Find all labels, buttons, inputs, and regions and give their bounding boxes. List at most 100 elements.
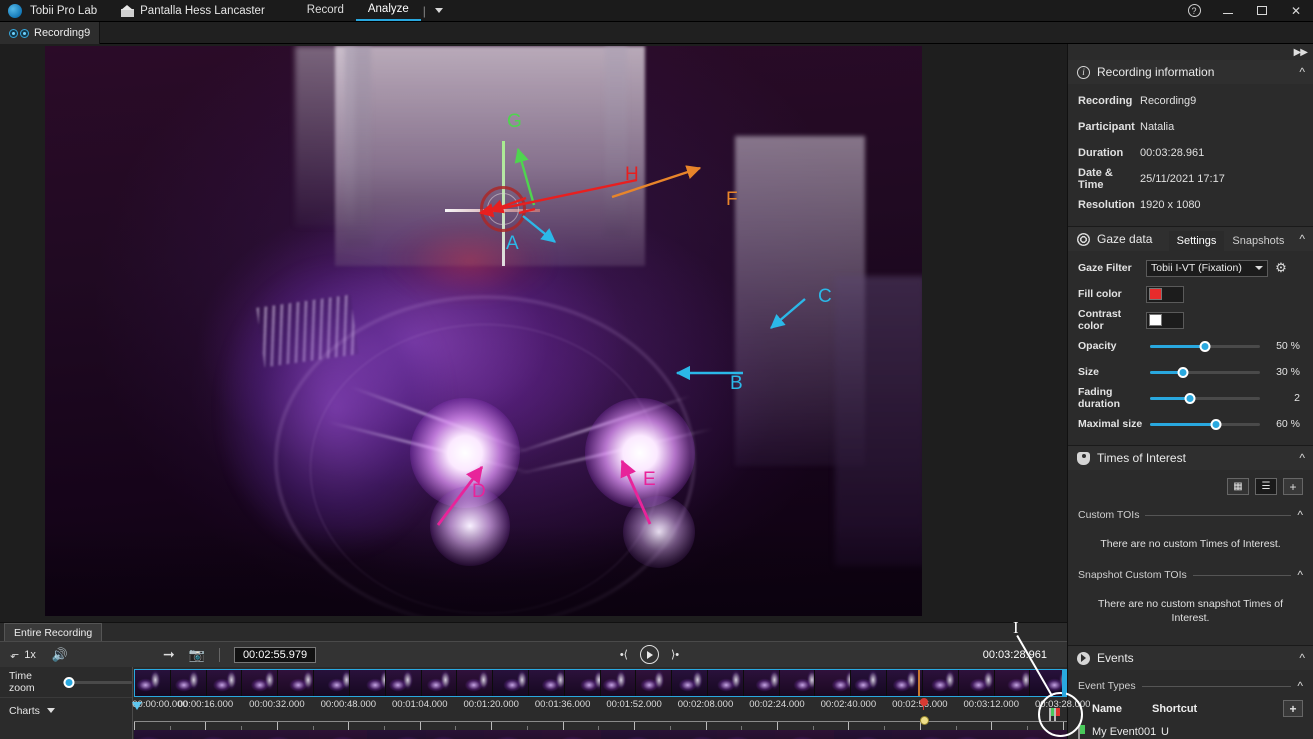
event-types-group-header[interactable]: Event Types ^ [1078,680,1303,692]
panel-events-header[interactable]: Events ^ [1068,646,1313,670]
filmstrip-thumbnail[interactable] [349,670,386,696]
chevron-up-icon[interactable]: ^ [1299,652,1305,664]
contrast-color-picker[interactable] [1146,311,1184,329]
timeline-track-cell[interactable] [717,730,776,739]
filmstrip-thumbnail[interactable] [421,670,458,696]
filmstrip-thumbnail[interactable] [851,670,888,696]
chevron-up-icon[interactable]: ^ [1297,509,1303,521]
tab-recording9[interactable]: Recording9 [0,22,100,44]
event-marker-red[interactable] [919,698,928,710]
filmstrip-thumbnail[interactable] [493,670,529,696]
timeline-track-cell[interactable] [950,730,1009,739]
custom-tois-group-header[interactable]: Custom TOIs ^ [1078,509,1303,521]
gaze-filter-select[interactable]: Tobii I-VT (Fixation) [1146,259,1268,277]
filmstrip-thumbnail[interactable] [922,670,959,696]
ruler-label: 00:03:12.000 [963,699,1020,710]
chevron-up-icon[interactable]: ^ [1299,233,1305,245]
add-toi-button[interactable]: + [1283,478,1303,495]
volume-icon[interactable]: 🔊 [52,647,68,663]
add-event-type-button[interactable]: + [1283,700,1303,717]
filmstrip-thumbnail[interactable] [672,670,708,696]
timeline-track-cell[interactable] [600,730,659,739]
timeline-playhead[interactable] [132,702,143,727]
timeline-track-cell[interactable] [367,730,426,739]
filmstrip-thumbnail[interactable] [994,670,1031,696]
help-button[interactable]: ? [1177,0,1211,22]
chevron-up-icon[interactable]: ^ [1297,569,1303,581]
filmstrip-thumbnail[interactable] [779,670,816,696]
menu-item-record[interactable]: Record [295,1,356,20]
timeline-track-cell[interactable] [658,730,718,739]
filmstrip-thumbnail[interactable] [743,670,780,696]
timeline-track-cell[interactable] [192,730,251,739]
minimize-button[interactable] [1211,0,1245,22]
size-slider[interactable] [1150,365,1260,379]
filmstrip-thumbnail[interactable] [708,670,744,696]
timeline-track-cell[interactable] [775,730,834,739]
filmstrip-thumbnails[interactable] [134,669,1067,697]
share-icon[interactable]: ➞ [163,646,175,663]
snapshot-icon[interactable]: 📷 [189,647,205,663]
time-zoom-slider[interactable] [63,676,132,688]
timeline-track-cell[interactable] [542,730,601,739]
project-breadcrumb[interactable]: Pantalla Hess Lancaster [121,4,265,17]
filmstrip-thumbnail[interactable] [958,670,995,696]
gear-icon[interactable]: ⚙ [1274,261,1288,275]
fading-duration-slider[interactable] [1150,391,1260,405]
chevron-down-icon[interactable] [434,8,443,13]
timeline-track-cell[interactable] [308,730,368,739]
playback-speed-control[interactable]: ⬐ 1x [10,648,36,662]
filmstrip-thumbnail[interactable] [242,670,279,696]
current-time-field[interactable]: 00:02:55.979 [233,646,317,663]
charts-dropdown[interactable]: Charts [0,697,132,723]
video-pane[interactable]: G F H A B C D E [0,44,1067,622]
filmstrip-thumbnail[interactable] [636,670,673,696]
filmstrip-thumbnail[interactable] [600,670,637,696]
filmstrip-thumbnail[interactable] [457,670,494,696]
fill-color-picker[interactable] [1146,285,1184,303]
filmstrip-thumbnail[interactable] [815,670,852,696]
panel-recording-information-header[interactable]: i Recording information ^ [1068,60,1313,84]
filmstrip-thumbnail[interactable] [206,670,243,696]
list-view-icon[interactable]: ☰ [1255,478,1277,495]
filmstrip-thumbnail[interactable] [564,670,601,696]
filmstrip-thumbnail[interactable] [170,670,207,696]
filmstrip-thumbnail[interactable] [135,670,171,696]
timeline-track-cell[interactable] [483,730,543,739]
grid-view-icon[interactable]: ▦ [1227,478,1249,495]
timeline-track-cell[interactable] [833,730,893,739]
tab-settings[interactable]: Settings [1168,231,1225,251]
panel-times-of-interest-header[interactable]: Times of Interest ^ [1068,446,1313,470]
maximize-icon [1257,6,1267,15]
timeline-track-strip[interactable] [134,730,1067,739]
menu-item-analyze[interactable]: Analyze [355,0,421,21]
chevron-up-icon[interactable]: ^ [1297,680,1303,692]
play-icon[interactable] [639,645,659,664]
maximal-size-slider[interactable] [1150,417,1260,431]
event-marker-dot[interactable] [919,716,929,725]
panel-gaze-data-header[interactable]: Gaze data Settings Snapshots ^ [1068,227,1313,251]
filmstrip-thumbnail[interactable] [278,670,315,696]
filmstrip-thumbnail[interactable] [385,670,422,696]
maximize-button[interactable] [1245,0,1279,22]
timeline-track-cell[interactable] [892,730,951,739]
chevron-up-icon[interactable]: ^ [1299,66,1305,78]
timeline-ruler[interactable]: 00:00:00.000 00:00:16.000 00:00:32.000 00:0… [132,698,1090,730]
snapshot-custom-tois-group-header[interactable]: Snapshot Custom TOIs ^ [1078,569,1303,581]
tab-snapshots[interactable]: Snapshots [1224,231,1292,251]
tab-entire-recording[interactable]: Entire Recording [4,623,103,641]
next-frame-icon[interactable]: ⟩• [671,648,679,661]
table-row[interactable]: My Event001 U [1078,720,1303,739]
video-frame[interactable]: G F H A B C D E [45,46,922,616]
close-button[interactable]: ✕ [1279,0,1313,22]
sidebar-collapse-button[interactable]: ▶▶ [1068,44,1313,60]
filmstrip-thumbnail[interactable] [528,670,565,696]
timeline-track-cell[interactable] [425,730,484,739]
timeline-track-cell[interactable] [250,730,309,739]
chevron-up-icon[interactable]: ^ [1299,452,1305,464]
opacity-slider[interactable] [1150,339,1260,353]
prev-frame-icon[interactable]: •⟨ [620,648,628,661]
timeline-track-cell[interactable] [134,730,193,739]
filmstrip-thumbnail[interactable] [314,670,350,696]
time-zoom-row: Time zoom [0,667,132,697]
